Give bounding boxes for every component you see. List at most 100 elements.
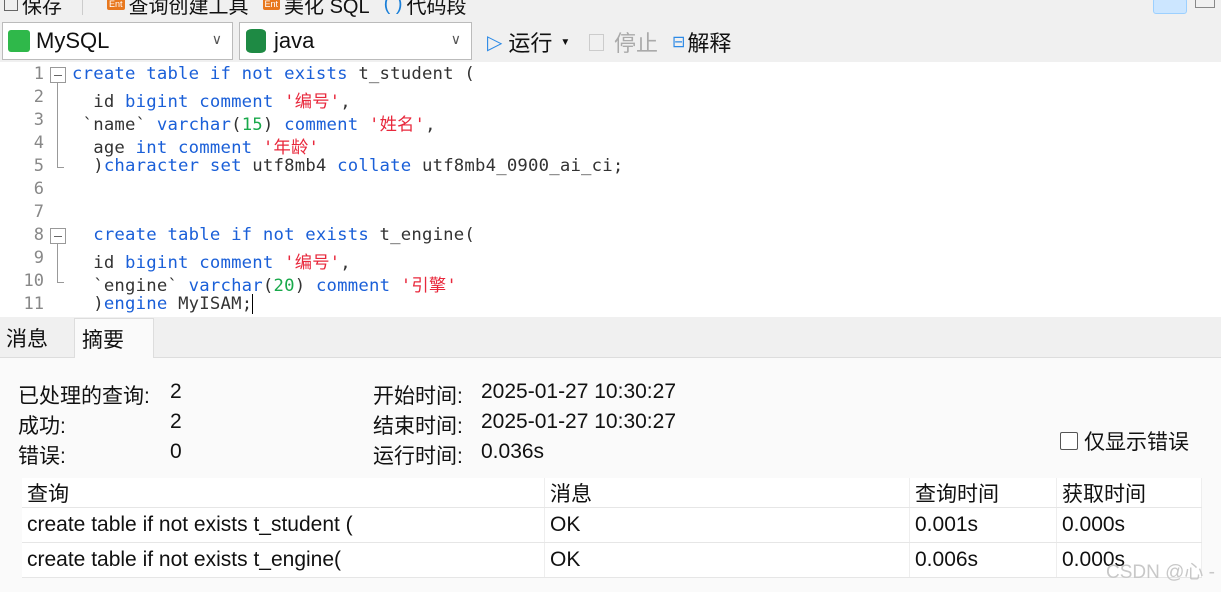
run-time-label: 运行时间:	[373, 445, 463, 468]
code-token: '编号'	[284, 92, 341, 112]
divider	[82, 0, 83, 15]
message-cell: OK	[545, 508, 910, 542]
code-token: create table if not exists	[93, 225, 380, 245]
sql-editor[interactable]: 1 create table if not exists t_student (2…	[0, 62, 1221, 317]
line-number: 10	[23, 271, 44, 291]
run-time-value: 0.036s	[481, 440, 545, 463]
start-time-value: 2025-01-27 10:30:27	[481, 380, 676, 403]
table-header: 查询 消息 查询时间 获取时间	[22, 478, 1202, 508]
table-row[interactable]: create table if not exists t_engine( OK …	[22, 543, 1202, 578]
beautify-sql-button[interactable]: Ent 美化 SQL	[262, 0, 370, 19]
code-token: int comment	[135, 138, 263, 158]
code-line: )character set utf8mb4 collate utf8mb4_0…	[72, 156, 623, 176]
explain-button[interactable]: ⊟ 解释	[672, 28, 731, 56]
table-row[interactable]: create table if not exists t_student ( O…	[22, 508, 1202, 543]
code-token: '编号'	[284, 253, 341, 273]
code-token: age	[72, 138, 136, 158]
fold-guide	[57, 282, 64, 283]
line-number: 9	[33, 248, 44, 268]
code-token: engine	[103, 294, 179, 314]
result-tabs: 消息 摘要	[0, 318, 1221, 358]
connection-select[interactable]: MySQL ∨	[2, 22, 233, 60]
code-token: collate	[337, 156, 422, 176]
tab-summary[interactable]: 摘要	[74, 318, 154, 358]
code-token: 15	[241, 115, 263, 135]
code-token: (	[262, 276, 274, 296]
play-icon: ▷	[487, 31, 503, 54]
results-table: 查询 消息 查询时间 获取时间 create table if not exis…	[22, 478, 1202, 578]
save-button[interactable]: 保存	[0, 0, 62, 19]
fold-guide	[57, 244, 58, 282]
code-token: varchar	[156, 115, 232, 135]
code-token: MyISAM;	[178, 294, 253, 314]
code-token: '年龄'	[262, 138, 320, 158]
layout-toggle-button[interactable]	[1153, 0, 1187, 14]
summary-panel: 已处理的查询: 2 成功: 2 错误: 0 开始时间: 2025-01-27 1…	[0, 358, 1221, 592]
line-number: 2	[33, 87, 44, 107]
database-select[interactable]: java ∨	[239, 22, 472, 60]
end-time-label: 结束时间:	[373, 415, 463, 438]
code-token: ,	[340, 253, 351, 273]
line-number: 6	[33, 179, 44, 199]
code-line: age int comment '年龄'	[72, 133, 319, 158]
error-value: 0	[170, 440, 182, 463]
code-line: id bigint comment '编号',	[72, 87, 351, 112]
query-builder-button[interactable]: Ent 查询创建工具	[107, 0, 249, 19]
code-token: t_student (	[358, 64, 475, 84]
column-header[interactable]: 获取时间	[1057, 478, 1202, 507]
code-token: '姓名'	[368, 115, 426, 135]
line-number: 8	[33, 225, 44, 245]
code-line: )engine MyISAM;	[72, 294, 254, 314]
only-errors-checkbox[interactable]: 仅显示错误	[1060, 426, 1189, 456]
code-token: id	[72, 92, 126, 112]
fold-toggle-icon[interactable]	[50, 228, 66, 244]
ent-icon: Ent	[107, 0, 125, 10]
chevron-down-icon: ∨	[450, 31, 461, 47]
column-header[interactable]: 查询时间	[910, 478, 1057, 507]
start-time-label: 开始时间:	[373, 385, 463, 408]
code-token: 20	[273, 276, 295, 296]
main-toolbar: 保存 Ent 查询创建工具 Ent 美化 SQL ( ) 代码段	[0, 0, 481, 19]
line-number: 7	[33, 202, 44, 222]
end-time-value: 2025-01-27 10:30:27	[481, 410, 676, 433]
line-number: 11	[23, 294, 44, 314]
code-token: ,	[425, 115, 436, 135]
code-token: create table if not exists	[72, 64, 359, 84]
fold-toggle-icon[interactable]	[50, 67, 66, 83]
watermark: CSDN @心 -	[1105, 562, 1215, 583]
code-token: utf8mb4	[252, 156, 338, 176]
line-number: 5	[33, 156, 44, 176]
explain-icon: ⊟	[672, 34, 686, 51]
ent-icon: Ent	[262, 0, 281, 10]
success-value: 2	[170, 410, 182, 433]
success-label: 成功:	[18, 415, 66, 438]
code-token: bigint comment	[125, 253, 285, 273]
error-label: 错误:	[18, 445, 66, 468]
dropdown-arrow-icon[interactable]: ▼	[560, 37, 570, 48]
processed-value: 2	[170, 380, 182, 403]
split-view-button[interactable]	[1195, 0, 1215, 8]
line-number: 3	[33, 110, 44, 130]
chevron-down-icon: ∨	[211, 31, 222, 47]
processed-label: 已处理的查询:	[18, 385, 150, 408]
code-token: comment	[284, 115, 369, 135]
text-cursor	[252, 294, 254, 314]
tab-messages[interactable]: 消息	[0, 318, 54, 358]
code-token: bigint comment	[125, 92, 285, 112]
stop-button[interactable]: 停止	[589, 28, 658, 56]
mysql-icon	[8, 30, 30, 52]
column-header[interactable]: 消息	[545, 478, 910, 507]
run-button[interactable]: ▷ 运行 ▼	[487, 28, 570, 56]
code-token: ,	[340, 92, 351, 112]
code-snippet-button[interactable]: ( ) 代码段	[384, 0, 467, 19]
code-token: (	[231, 115, 242, 135]
save-icon	[4, 0, 18, 11]
column-header[interactable]: 查询	[22, 478, 545, 507]
code-line: `engine` varchar(20) comment '引擎'	[72, 271, 457, 296]
code-token: utf8mb4_0900_ai_ci;	[421, 156, 624, 176]
code-token: `name`	[72, 115, 157, 135]
code-token: `engine`	[72, 276, 189, 296]
code-token: t_engine(	[379, 225, 475, 245]
fetch-time-cell: 0.000s	[1057, 508, 1202, 542]
